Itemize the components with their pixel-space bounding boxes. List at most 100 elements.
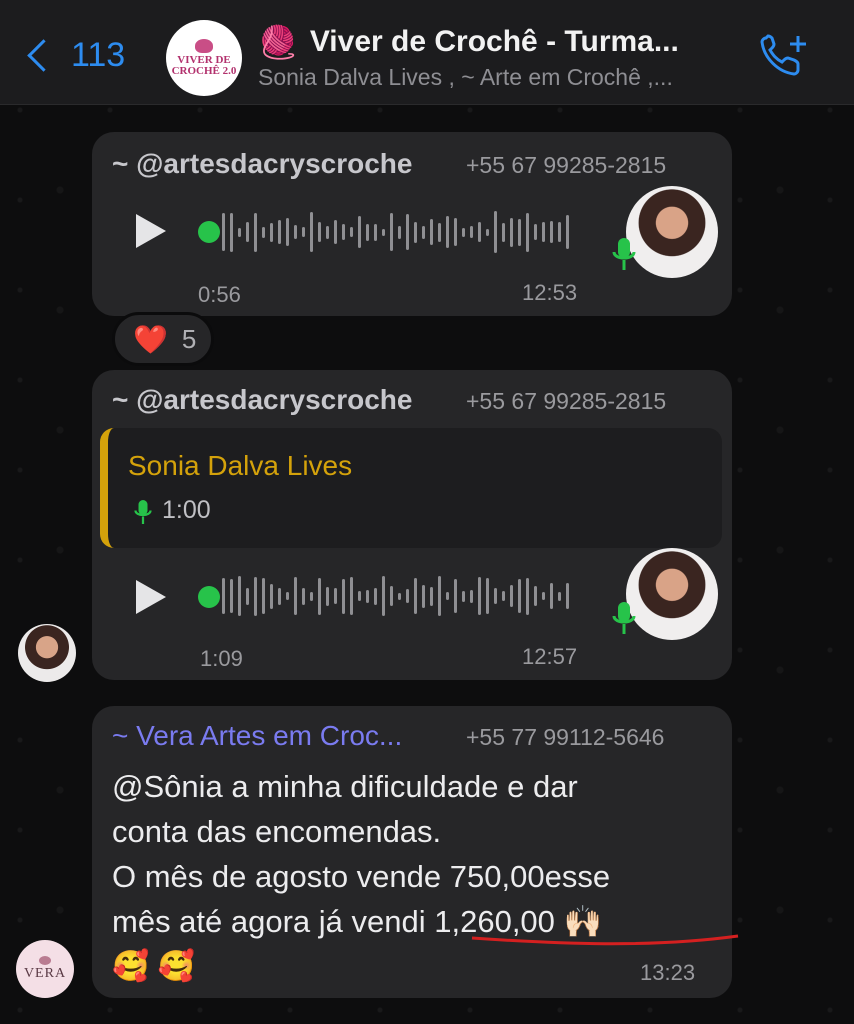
waveform-bar: [294, 225, 297, 239]
group-members-subtitle[interactable]: Sonia Dalva Lives , ~ Arte em Crochê ,..…: [258, 64, 673, 91]
voice-message-bubble[interactable]: ~ @artesdacryscroche +55 67 99285-2815 0…: [92, 132, 732, 316]
message-text: @Sônia a minha dificuldade e dar conta d…: [112, 764, 712, 989]
waveform-bar: [230, 212, 233, 252]
group-title: Viver de Crochê - Turma...: [309, 25, 679, 58]
sender-phone: +55 67 99285-2815: [466, 388, 667, 414]
waveform-bar: [526, 212, 529, 252]
mic-icon: [134, 500, 152, 524]
waveform-bar: [318, 222, 321, 242]
sender-name[interactable]: ~ Vera Artes em Croc...: [112, 720, 402, 752]
phone-plus-icon[interactable]: [758, 32, 810, 78]
chevron-left-icon: [27, 39, 60, 72]
waveform-bar: [478, 222, 481, 242]
waveform-bar: [222, 578, 225, 614]
group-avatar[interactable]: VIVER DE CROCHÊ 2.0: [166, 20, 242, 96]
waveform-bar: [342, 578, 345, 614]
sender-avatar[interactable]: [626, 548, 718, 640]
waveform-bar: [534, 586, 537, 606]
waveform-bar: [302, 587, 305, 605]
quoted-sender: Sonia Dalva Lives: [128, 450, 353, 481]
waveform-bar: [238, 576, 241, 616]
play-icon[interactable]: [136, 580, 166, 614]
waveform-bar: [542, 592, 545, 600]
waveform-bar: [414, 221, 417, 243]
waveform-bar: [438, 222, 441, 242]
waveform-bar: [238, 227, 241, 237]
yarn-logo-icon: [195, 39, 213, 53]
waveform-bar: [286, 218, 289, 246]
waveform-bar: [446, 592, 449, 600]
voice-duration: 1:09: [200, 646, 243, 671]
waveform-bar: [406, 589, 409, 603]
avatar-text: VERA: [23, 966, 67, 981]
waveform-bar: [246, 222, 249, 242]
waveform-bar: [350, 577, 353, 615]
waveform-bar: [422, 225, 425, 239]
waveform-bar: [550, 583, 553, 609]
waveform-bar: [422, 584, 425, 608]
waveform-bar: [390, 213, 393, 251]
waveform-bar: [374, 587, 377, 605]
waveform-bar: [566, 215, 569, 249]
waveform-bar: [230, 579, 233, 613]
waveform-bar: [462, 227, 465, 237]
avatar-logo-line2: CROCHÊ 2.0: [171, 65, 237, 77]
back-button[interactable]: 113: [24, 36, 125, 75]
yarn-emoji: 🧶: [258, 24, 298, 60]
group-title-row[interactable]: 🧶 Viver de Crochê - Turma...: [258, 24, 679, 60]
waveform-bar: [518, 579, 521, 613]
waveform-bar: [446, 216, 449, 248]
sender-avatar[interactable]: [626, 186, 718, 278]
waveform-bar: [358, 591, 361, 601]
waveform-bar: [310, 591, 313, 601]
sender-name[interactable]: ~ @artesdacryscroche: [112, 384, 412, 416]
mic-icon: [612, 238, 636, 270]
waveform-bar: [486, 228, 489, 236]
waveform-bar: [302, 227, 305, 237]
playback-scrubber[interactable]: [198, 586, 220, 608]
waveform-bar: [326, 586, 329, 606]
waveform-bar: [358, 216, 361, 248]
sender-avatar-small[interactable]: [18, 624, 76, 682]
reaction-count: 5: [181, 323, 197, 354]
waveform-bar: [246, 587, 249, 605]
waveform-bar: [486, 578, 489, 614]
waveform-bar: [326, 225, 329, 239]
waveform-bar: [470, 226, 473, 238]
waveform-bar: [262, 226, 265, 238]
audio-waveform[interactable]: [222, 574, 569, 618]
sender-avatar-small[interactable]: VERA: [16, 940, 74, 998]
waveform-bar: [382, 576, 385, 616]
waveform-bar: [342, 224, 345, 240]
mic-icon: [612, 602, 636, 634]
waveform-bar: [430, 219, 433, 245]
waveform-bar: [390, 586, 393, 606]
reaction-pill[interactable]: ❤️ 5: [112, 312, 214, 366]
waveform-bar: [270, 222, 273, 242]
play-icon[interactable]: [136, 214, 166, 248]
waveform-bar: [494, 211, 497, 253]
waveform-bar: [534, 224, 537, 240]
waveform-bar: [398, 592, 401, 600]
waveform-bar: [270, 583, 273, 609]
quoted-duration: 1:00: [162, 496, 211, 524]
unread-count: 113: [71, 36, 126, 74]
waveform-bar: [502, 222, 505, 242]
waveform-bar: [566, 583, 569, 609]
waveform-bar: [526, 577, 529, 615]
playback-scrubber[interactable]: [198, 221, 220, 243]
waveform-bar: [462, 590, 465, 602]
heart-icon: ❤️: [133, 323, 168, 355]
waveform-bar: [366, 589, 369, 603]
sender-name[interactable]: ~ @artesdacryscroche: [112, 148, 412, 180]
waveform-bar: [294, 577, 297, 615]
waveform-bar: [262, 578, 265, 614]
yarn-logo-icon: [39, 956, 51, 965]
audio-waveform[interactable]: [222, 210, 569, 254]
message-line: conta das encomendas.: [112, 814, 442, 849]
waveform-bar: [510, 217, 513, 247]
quoted-message[interactable]: Sonia Dalva Lives 1:00: [100, 428, 722, 548]
waveform-bar: [222, 213, 225, 251]
waveform-bar: [350, 227, 353, 237]
waveform-bar: [558, 222, 561, 242]
